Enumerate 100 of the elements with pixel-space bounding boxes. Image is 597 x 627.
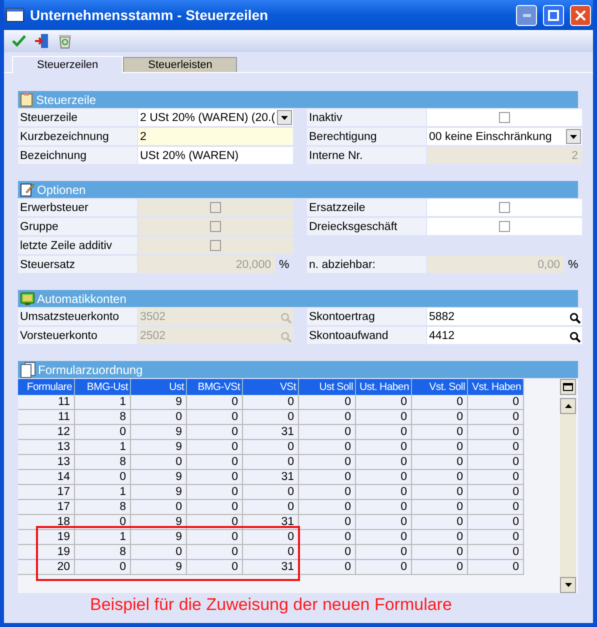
table-cell: 0: [187, 545, 243, 560]
table-cell: 0: [187, 530, 243, 545]
window-icon[interactable]: [563, 383, 573, 391]
table-cell: 0: [131, 410, 187, 425]
window-icon: [6, 8, 24, 22]
clipboard-icon: [20, 92, 34, 107]
table-cell: 17: [18, 500, 75, 515]
tab[interactable]: Steuerzeilen: [12, 56, 124, 73]
table-cell: 1: [75, 485, 131, 500]
table-cell: 0: [356, 425, 412, 440]
column-header[interactable]: BMG-VSt: [187, 379, 243, 395]
input-field[interactable]: 2: [138, 128, 293, 145]
maximize-icon: [548, 10, 559, 20]
tab[interactable]: Steuerleisten: [123, 57, 238, 72]
field-label: Umsatzsteuerkonto: [18, 308, 137, 325]
door-exit-icon[interactable]: [34, 33, 50, 49]
dropdown-button[interactable]: [277, 110, 292, 125]
table-cell: 0: [356, 500, 412, 515]
input-field[interactable]: 4412: [427, 327, 582, 344]
close-button[interactable]: [570, 4, 591, 26]
column-header[interactable]: VSt: [243, 379, 299, 395]
input-field[interactable]: USt 20% (WAREN): [138, 147, 293, 164]
column-header[interactable]: Vst. Haben: [468, 379, 524, 395]
table-cell: 0: [243, 500, 299, 515]
maximize-button[interactable]: [543, 4, 564, 26]
table-cell: 0: [299, 500, 356, 515]
field-label: Skontoaufwand: [307, 327, 426, 344]
table-cell: 0: [299, 470, 356, 485]
column-header[interactable]: Ust Soll: [299, 379, 356, 395]
table-cell: 0: [187, 440, 243, 455]
input-field: 20,000: [138, 256, 275, 273]
table-cell: 14: [18, 470, 75, 485]
table-cell: 1: [75, 530, 131, 545]
table-cell: 0: [356, 470, 412, 485]
table-cell: 1: [75, 440, 131, 455]
field-label: Skontoertrag: [307, 308, 426, 325]
table-cell: 0: [412, 395, 468, 410]
table-cell: 0: [299, 410, 356, 425]
table-cell: 0: [468, 500, 524, 515]
table-cell: 0: [299, 485, 356, 500]
checkmark-icon[interactable]: [12, 35, 26, 47]
minimize-icon: [522, 14, 530, 16]
table-cell: 18: [18, 515, 75, 530]
input-field: 2502: [138, 327, 293, 344]
field-label: Vorsteuerkonto: [18, 327, 137, 344]
search-icon[interactable]: [569, 330, 581, 342]
table-cell: 0: [187, 455, 243, 470]
table-cell: 8: [75, 410, 131, 425]
dropdown-field[interactable]: 2 USt 20% (WAREN) (20.(: [138, 109, 293, 126]
table-cell: 0: [187, 500, 243, 515]
field-label: Erwerbsteuer: [18, 199, 137, 216]
table-cell: 9: [131, 440, 187, 455]
field-label: Ersatzzeile: [307, 199, 426, 216]
close-icon: [575, 10, 586, 20]
recycle-bin-icon[interactable]: [58, 33, 72, 49]
notepad-pencil-icon: [20, 182, 35, 197]
checkbox[interactable]: [499, 221, 510, 232]
field-label: Gruppe: [18, 218, 137, 235]
field-label: Steuersatz: [18, 256, 137, 273]
column-header[interactable]: Ust. Haben: [356, 379, 412, 395]
table-cell: 0: [412, 425, 468, 440]
table-cell: 0: [468, 515, 524, 530]
down-arrow-icon[interactable]: [564, 583, 572, 587]
checkbox[interactable]: [499, 112, 510, 123]
table-cell: 13: [18, 440, 75, 455]
column-header[interactable]: Vst. Soll: [412, 379, 468, 395]
section-title: Formularzuordnung: [38, 362, 143, 376]
table-cell: 0: [299, 545, 356, 560]
table-cell: 0: [468, 440, 524, 455]
search-icon[interactable]: [569, 312, 581, 324]
table-cell: 9: [131, 530, 187, 545]
column-header[interactable]: BMG-Ust: [75, 379, 131, 395]
column-header[interactable]: Formulare: [18, 379, 75, 395]
dropdown-button[interactable]: [566, 129, 581, 144]
caret-icon: [281, 116, 288, 120]
table-cell: 0: [356, 485, 412, 500]
table-cell: 8: [75, 455, 131, 470]
table-cell: 0: [299, 455, 356, 470]
table-cell: 9: [131, 470, 187, 485]
minimize-button[interactable]: [516, 4, 537, 26]
scrollbar[interactable]: [560, 379, 576, 593]
table-cell: 0: [468, 530, 524, 545]
search-icon: [280, 312, 292, 324]
monitor-icon: [20, 292, 35, 306]
table-cell: 11: [18, 395, 75, 410]
field-label: Kurzbezeichnung: [18, 128, 137, 145]
section-title: Automatikkonten: [37, 292, 126, 306]
table-cell: 13: [18, 455, 75, 470]
table-cell: 20: [18, 560, 75, 575]
unit-label: %: [567, 258, 580, 272]
checkbox[interactable]: [499, 202, 510, 213]
table-cell: 0: [412, 500, 468, 515]
column-header[interactable]: Ust: [131, 379, 187, 395]
table-cell: 0: [412, 560, 468, 575]
input-field[interactable]: 5882: [427, 308, 582, 325]
table-cell: 0: [412, 545, 468, 560]
table-cell: 0: [356, 560, 412, 575]
dropdown-field[interactable]: 00 keine Einschränkung: [427, 128, 582, 145]
table-cell: 0: [468, 410, 524, 425]
up-arrow-icon[interactable]: [564, 404, 572, 408]
